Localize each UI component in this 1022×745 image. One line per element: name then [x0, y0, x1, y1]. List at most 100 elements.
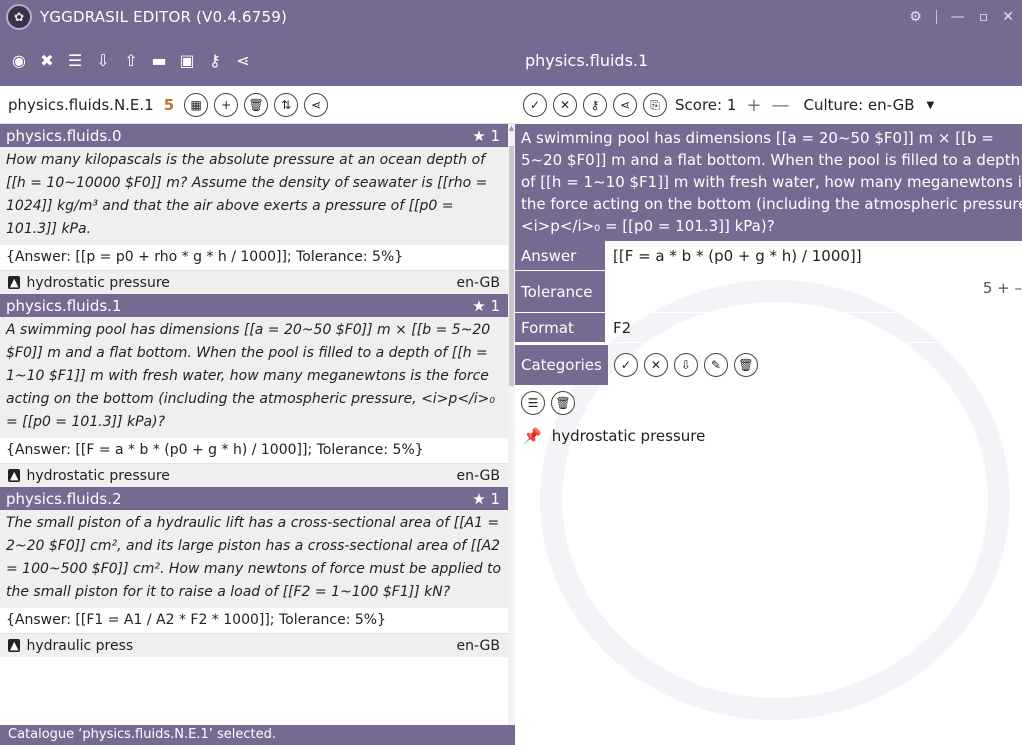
category-icon: ▲: [8, 469, 21, 482]
maximize-button[interactable]: ▫: [979, 9, 989, 25]
item-rating: ★ 1: [472, 296, 500, 315]
rating-value: 1: [490, 126, 500, 145]
item-header: physics.fluids.1 ★ 1: [0, 294, 508, 317]
left-pane: ◉ ✖ ☰ ⇩ ⇧ ▬ ▣ ⚷ ⋖ physics.fluids.N.E.1 5…: [0, 34, 515, 745]
pin-icon: 📌: [523, 427, 542, 445]
score-decrease-icon[interactable]: —: [771, 95, 789, 116]
format-label: Format: [515, 313, 605, 342]
format-input[interactable]: F2: [605, 313, 1022, 342]
score-label: Score: 1: [675, 96, 737, 114]
list-icon[interactable]: ☰: [521, 391, 545, 415]
category-entry-label: hydrostatic pressure: [551, 427, 706, 445]
detail-toolbar: ✓ ✕ ⚷ ⋖ ⎘ Score: 1 + — Culture: en-GB ▼: [515, 86, 1022, 124]
list-item[interactable]: physics.fluids.1 ★ 1 A swimming pool has…: [0, 294, 508, 487]
answer-input[interactable]: [[F = a * b * (p0 + g * h) / 1000]]: [605, 241, 1022, 270]
item-category: hydraulic press: [26, 637, 134, 654]
swap-icon[interactable]: ⇅: [274, 92, 299, 117]
tolerance-input[interactable]: 5 + –: [605, 271, 1022, 312]
item-category: hydrostatic pressure: [26, 274, 170, 291]
item-answer: {Answer: [[F1 = A1 / A2 * F2 * 1000]]; T…: [0, 608, 508, 634]
cancel-icon[interactable]: ✕: [553, 93, 577, 117]
app-title: YGGDRASIL EDITOR (V0.4.6759): [40, 8, 288, 26]
tolerance-stepper[interactable]: 5 + –: [983, 279, 1022, 297]
title-bar: ✿ YGGDRASIL EDITOR (V0.4.6759) ⚙ — ▫ ✕: [0, 0, 1022, 34]
format-field: Format F2: [515, 313, 1022, 343]
catalog-bar: physics.fluids.N.E.1 5 ▦ + 🗑 ⇅ ⋖: [0, 86, 515, 124]
import-icon[interactable]: ⇩: [94, 51, 112, 70]
item-header: physics.fluids.0 ★ 1: [0, 124, 508, 147]
list-scrollbar[interactable]: ▲ ▼: [508, 124, 515, 735]
item-footer: ▲ hydrostatic pressure en-GB: [0, 271, 508, 294]
list-icon[interactable]: ☰: [66, 51, 84, 70]
list-item[interactable]: physics.fluids.2 ★ 1 The small piston of…: [0, 487, 508, 657]
scroll-thumb[interactable]: [509, 146, 514, 386]
item-id: physics.fluids.1: [6, 296, 122, 315]
close-icon[interactable]: ✖: [38, 51, 56, 70]
item-header: physics.fluids.2 ★ 1: [0, 487, 508, 510]
item-category: hydrostatic pressure: [26, 467, 170, 484]
rating-value: 1: [490, 489, 500, 508]
item-answer: {Answer: [[p = p0 + rho * g * h / 1000]]…: [0, 245, 508, 271]
main-toolbar: ◉ ✖ ☰ ⇩ ⇧ ▬ ▣ ⚷ ⋖: [0, 34, 515, 86]
catalog-name: physics.fluids.N.E.1: [8, 95, 154, 114]
item-rating: ★ 1: [472, 126, 500, 145]
confirm-icon[interactable]: ✓: [523, 93, 547, 117]
item-footer: ▲ hydraulic press en-GB: [0, 634, 508, 657]
item-culture: en-GB: [456, 467, 500, 484]
confirm-icon[interactable]: ✓: [613, 353, 638, 377]
item-footer: ▲ hydrostatic pressure en-GB: [0, 464, 508, 487]
item-culture: en-GB: [456, 274, 500, 291]
item-culture: en-GB: [456, 637, 500, 654]
copy-icon[interactable]: ⎘: [643, 93, 667, 117]
add-icon[interactable]: +: [214, 92, 239, 117]
tolerance-value: 5: [982, 279, 993, 297]
answer-field: Answer [[F = a * b * (p0 + g * h) / 1000…: [515, 241, 1022, 271]
item-question: How many kilopascals is the absolute pre…: [0, 147, 508, 245]
item-id: physics.fluids.2: [6, 489, 122, 508]
question-list: physics.fluids.0 ★ 1 How many kilopascal…: [0, 124, 508, 735]
eye-icon[interactable]: ◉: [10, 51, 28, 70]
key-icon[interactable]: ⚷: [583, 93, 607, 117]
status-bar: Catalogue ‘physics.fluids.N.E.1’ selecte…: [0, 725, 515, 745]
categories-header: Categories ✓ ✕ ⇩ ✎ 🗑: [515, 345, 1022, 385]
settings-gear-icon[interactable]: ⚙: [909, 9, 922, 25]
delete-icon[interactable]: 🗑: [733, 353, 758, 377]
key-icon[interactable]: ⚷: [206, 51, 224, 70]
tolerance-field: Tolerance 5 + –: [515, 271, 1022, 313]
close-window-button[interactable]: ✕: [1002, 9, 1014, 25]
detail-pane: physics.fluids.1 ✓ ✕ ⚷ ⋖ ⎘ Score: 1 + — …: [515, 34, 1022, 745]
share-icon[interactable]: ⋖: [234, 51, 252, 70]
calculator-icon[interactable]: ▦: [184, 92, 209, 117]
list-item[interactable]: physics.fluids.0 ★ 1 How many kilopascal…: [0, 124, 508, 294]
detail-title: physics.fluids.1: [515, 34, 1022, 86]
export-icon[interactable]: ⇧: [122, 51, 140, 70]
folder-icon[interactable]: ▬: [150, 51, 168, 70]
tolerance-label: Tolerance: [515, 271, 605, 312]
share-icon[interactable]: ⋖: [613, 93, 637, 117]
cancel-icon[interactable]: ✕: [643, 353, 668, 377]
delete-icon[interactable]: 🗑: [551, 391, 575, 415]
item-answer: {Answer: [[F = a * b * (p0 + g * h) / 10…: [0, 438, 508, 464]
delete-icon[interactable]: 🗑: [244, 92, 269, 117]
import-icon[interactable]: ⇩: [673, 353, 698, 377]
detail-question[interactable]: A swimming pool has dimensions [[a = 20~…: [515, 124, 1022, 241]
item-question: The small piston of a hydraulic lift has…: [0, 510, 508, 608]
category-entry[interactable]: 📌 hydrostatic pressure: [515, 421, 1022, 451]
scroll-up-icon[interactable]: ▲: [508, 124, 515, 132]
culture-label: Culture: en-GB: [803, 96, 915, 114]
category-icon: ▲: [8, 276, 21, 289]
category-tools: ☰ 🗑: [515, 385, 1022, 421]
item-rating: ★ 1: [472, 489, 500, 508]
score-increase-icon[interactable]: +: [746, 95, 761, 116]
item-id: physics.fluids.0: [6, 126, 122, 145]
answer-label: Answer: [515, 241, 605, 270]
rating-value: 1: [490, 296, 500, 315]
minimize-button[interactable]: —: [951, 9, 965, 25]
culture-dropdown-icon[interactable]: ▼: [927, 100, 935, 111]
divider: [935, 10, 937, 24]
share-icon[interactable]: ⋖: [304, 92, 329, 117]
save-icon[interactable]: ▣: [178, 51, 196, 70]
item-question: A swimming pool has dimensions [[a = 20~…: [0, 317, 508, 438]
app-logo-icon: ✿: [6, 4, 32, 30]
edit-icon[interactable]: ✎: [703, 353, 728, 377]
